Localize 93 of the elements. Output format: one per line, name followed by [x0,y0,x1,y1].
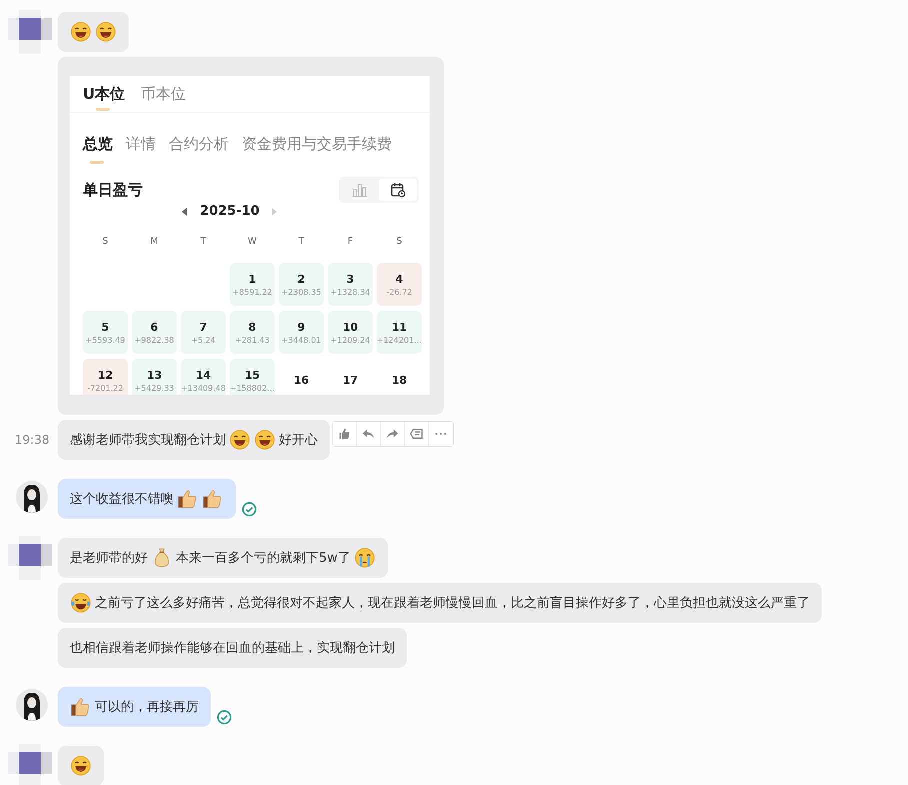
weekday-label: S [102,237,110,249]
day-profit: +13409.48 [181,384,226,392]
day-profit: +3448.01 [282,336,322,344]
section-title: 单日盈亏 [83,180,143,200]
bar-chart-icon [352,182,368,198]
day-profit: -26.72 [386,288,412,296]
day-profit: +5429.33 [134,384,174,392]
day-cell[interactable]: 2 +2308.35 [279,263,324,306]
day-cell[interactable]: 15 +158802… [230,359,275,395]
avatar[interactable] [16,481,48,513]
thumbs-up-icon [70,696,92,718]
tab[interactable]: 总览 [83,133,113,164]
day-profit: +2308.35 [282,288,322,296]
weekday-label: T [200,237,208,249]
laughing-emoji-icon [254,429,276,451]
weekday-label: W [247,237,258,249]
laughing-emoji-icon [70,755,92,777]
day-cell[interactable]: 4 -26.72 [377,263,422,306]
day-number: 7 [200,320,208,334]
quote-icon [410,427,424,441]
day-number: 8 [248,320,256,334]
tab[interactable]: U本位 [83,83,126,112]
day-number: 14 [196,368,212,382]
tab[interactable]: 资金费用与交易手续费 [242,133,392,164]
day-number: 5 [102,320,110,334]
message-text: 感谢老师带我实现翻仓计划 [70,432,226,449]
day-number: 3 [346,272,354,286]
day-profit: +5593.49 [86,336,126,344]
day-number: 10 [342,320,358,334]
avatar[interactable] [16,689,48,721]
day-profit: +1209.24 [330,336,370,344]
like-button[interactable] [333,422,357,446]
day-profit: +9822.38 [134,336,174,344]
message-time: 19:38 [15,433,50,447]
day-number: 4 [396,272,404,286]
calendar-view-button[interactable] [379,179,417,201]
day-cell[interactable]: 10 +1209.24 [328,311,373,354]
day-profit: +1328.34 [330,288,370,296]
tab[interactable]: 币本位 [141,83,186,112]
thumbs-up-icon [177,488,199,510]
crying-emoji-icon [354,547,376,569]
thumbs-up-icon [202,488,224,510]
day-number: 1 [248,272,256,286]
like-icon [338,427,352,441]
message-text: 之前亏了这么多好痛苦，总觉得很对不起家人，现在跟着老师慢慢回血，比之前盲目操作好多了，心里负担也就没这么严重了 [95,595,810,612]
day-cell[interactable]: 5 +5593.49 [83,311,128,354]
day-cell[interactable]: 14 +13409.48 [181,359,226,395]
month-label: 2025-10 [200,204,260,219]
day-cell[interactable]: 6 +9822.38 [132,311,177,354]
day-number[interactable]: 18 [392,374,408,387]
weekday-label: M [150,237,160,249]
day-cell[interactable]: 8 +281.43 [230,311,275,354]
message-text: 本来一百多个亏的就剩下5w了 [176,550,351,567]
day-number: 15 [244,368,260,382]
day-number: 13 [146,368,162,382]
laughing-tears-emoji-icon [70,592,92,614]
calendar-icon [390,182,406,198]
day-number: 12 [98,368,114,382]
day-cell[interactable]: 7 +5.24 [181,311,226,354]
day-number[interactable]: 16 [294,374,310,387]
weekday-label: F [346,237,354,249]
tab[interactable]: 详情 [126,133,156,164]
laughing-emoji-icon [229,429,251,451]
day-number: 2 [298,272,306,286]
tab[interactable]: 合约分析 [169,133,229,164]
day-cell[interactable]: 12 -7201.22 [83,359,128,395]
day-cell[interactable]: 9 +3448.01 [279,311,324,354]
day-profit: +5.24 [191,336,216,344]
message-text: 好开心 [279,432,318,449]
day-cell[interactable]: 1 +8591.22 [230,263,275,306]
day-profit: -7201.22 [88,384,124,392]
forward-icon [386,427,400,441]
message-text: 是老师带的好 [70,550,148,567]
day-number: 6 [150,320,158,334]
day-profit: +8591.22 [232,288,272,296]
day-number[interactable]: 17 [342,374,358,387]
laughing-emoji-icon [70,21,92,43]
day-number: 11 [392,320,408,334]
day-number: 9 [298,320,306,334]
day-profit: +158802… [230,384,276,392]
weekday-label: S [396,237,404,249]
day-profit: +281.43 [235,336,270,344]
previous-month-icon[interactable] [182,208,188,216]
day-profit: +124201… [376,336,422,344]
laughing-emoji-icon [95,21,117,43]
reply-icon [362,427,376,441]
weekday-label: T [298,237,306,249]
day-cell[interactable]: 13 +5429.33 [132,359,177,395]
day-cell[interactable]: 11 +124201… [377,311,422,354]
message-text: 这个收益很不错噢 [70,491,174,508]
message-text: 可以的，再接再厉 [95,699,199,716]
message-text: 也相信跟着老师操作能够在回血的基础上，实现翻仓计划 [70,640,395,657]
day-cell[interactable]: 3 +1328.34 [328,263,373,306]
